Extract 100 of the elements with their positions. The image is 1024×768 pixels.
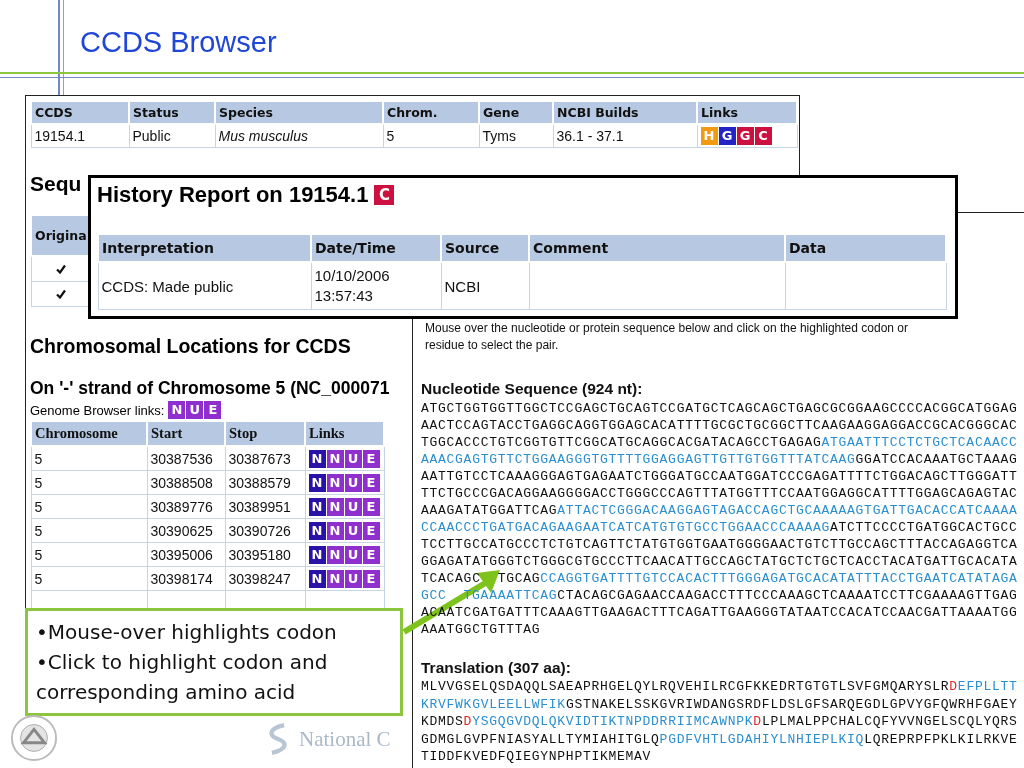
sequence-line[interactable]: ATGCTGGTGGTTGGCTCCGAGCTGCAGTCCGATGCTCAGCAGCTGAGCGCGGAAGCCCCACGGCATGGAG (421, 400, 1018, 417)
link-button[interactable]: U (344, 545, 362, 564)
date-time: 10/10/2006 13:57:43 (314, 266, 390, 306)
table-cell: 5 (31, 494, 147, 519)
section-heading: Sequ (30, 172, 82, 197)
link-button[interactable]: N (308, 473, 326, 492)
report-title: History Report on 19154.1 (97, 182, 369, 208)
column-header: Date/Time (311, 234, 441, 262)
table-cell: 30398247 (225, 566, 305, 591)
sequence-line[interactable]: MLVVGSELQSDAQQLSAEAPRHGELQYLRQVEHILRCGFKKEDRTGTGTLSVFGMQARYSLRDEFPLLTT (421, 678, 1018, 696)
sequence-line[interactable]: GDMGLGVPFNIASYALLTYMIAHITGLQPGDFVHTLGDAHIYLNHIEPLKIQLQREPRPFPKLKILRKVE (421, 730, 1018, 748)
column-header: Chrom. (383, 101, 479, 124)
link-button[interactable]: E (362, 521, 380, 540)
link-button[interactable]: E (204, 401, 222, 420)
link-button[interactable]: N (168, 401, 186, 420)
table-cell: Public (129, 124, 215, 148)
link-button[interactable]: N (326, 473, 344, 492)
table-cell: 5 (31, 518, 147, 543)
link-button[interactable]: N (326, 569, 344, 588)
table-cell: 36.1 - 37.1 (553, 124, 697, 148)
table-cell: 5 (31, 542, 147, 567)
column-header: Links (305, 421, 384, 447)
table-cell: 30395006 (147, 542, 225, 567)
column-header: Chromosome (31, 421, 147, 447)
link-button[interactable]: E (362, 545, 380, 564)
sequence-line[interactable]: AAATGGCTGTTTAG (421, 621, 541, 638)
link-button[interactable]: E (362, 449, 380, 468)
table-cell: 30388508 (147, 470, 225, 495)
sequence-line[interactable]: GGAGATATGGGTCTGGGCGTGCCCTTCAACATTGCCAGCTATGCTCTGCTCACCTACATGATTGCACATA (421, 553, 1018, 570)
sequence-line[interactable]: TCACAGC TGCAGCCAGGTGATTTTGTCCACACTTTGGGAGATGCACATATTTACCTGAATCATATAGA (421, 570, 1018, 587)
table-cell: 30389776 (147, 494, 225, 519)
table-cell: 5 (31, 470, 147, 495)
table-cell: 30387673 (225, 446, 305, 471)
seal-icon (10, 714, 58, 762)
column-header: Species (215, 101, 383, 124)
link-button[interactable]: N (308, 449, 326, 468)
link-button[interactable]: E (362, 569, 380, 588)
link-button[interactable]: U (344, 449, 362, 468)
column-header: Start (147, 421, 225, 447)
link-button[interactable]: N (308, 497, 326, 516)
sequence-line[interactable]: AAACGAGTGTTCTGGAAGGGTGTTTTGGAGGAGTTGTTGTGGTTTATCAAGGGATCCACAAATGCTAAAG (421, 451, 1018, 468)
column-header: Links (697, 101, 797, 124)
column-header: NCBI Builds (553, 101, 697, 124)
column-header: CCDS (31, 101, 129, 124)
link-button[interactable]: C (754, 127, 772, 146)
link-button[interactable]: N (326, 449, 344, 468)
sequence-line[interactable]: KRVFWKGVLEELLWFIKGSTNAKELSSKGVRIWDANGSRDFLDSLGFSARQEGDLGPVYGFQWRHFGAEY (421, 695, 1018, 713)
sequence-line[interactable]: TCCTTGCCATGCCCTCTGTCAGTTCTATGTGGTGAATGGGGAACTGTCTTGCCAGCTTTACCAGAGGTCA (421, 536, 1018, 553)
callout-text: •Click to highlight codon and corresponding amino acid (36, 649, 329, 706)
column-header: Gene (479, 101, 553, 124)
table-cell: Tyms (479, 124, 553, 148)
instructions-text: Mouse over the nucleotide or protein sequence below and click on the highlighted codon or residue to select the pair. (425, 320, 909, 354)
link-button[interactable]: G (718, 127, 736, 146)
table-cell: 30390726 (225, 518, 305, 543)
column-header: Status (129, 101, 215, 124)
sequence-line[interactable]: KDMDSDYSGQGVDQLQKVIDTIKTNPDDRRIIMCAWNPKDLPLMALPPCHALCQFYVVNGELSCQLYQRS (421, 713, 1018, 731)
link-button[interactable]: E (362, 473, 380, 492)
link-button[interactable]: E (362, 497, 380, 516)
table-cell: Mus musculus (215, 124, 383, 148)
table-cell: 5 (31, 446, 147, 471)
section-heading: Chromosomal Locations for CCDS (30, 335, 351, 359)
table-cell: CCDS: Made public (98, 262, 311, 310)
link-button[interactable]: G (736, 127, 754, 146)
link-button[interactable]: U (344, 473, 362, 492)
column-header: Interpretation (98, 234, 311, 262)
sequence-line[interactable]: TIDDFKVEDFQIEGYNPHPTIKMEMAV (421, 748, 652, 766)
link-button[interactable]: N (308, 521, 326, 540)
table-cell: 30390625 (147, 518, 225, 543)
section-subheading: On '-' strand of Chromosome 5 (NC_000071 (30, 378, 390, 400)
sequence-line[interactable]: TGGCACCCTGTCGGTGTTCGGCATGCAGGCACGATACAGCCTGAGAGATGAATTTCCTCTGCTCACAACC (421, 434, 1018, 451)
table-cell: 5 (383, 124, 479, 148)
sequence-line[interactable]: TTCTGCCCGACAGGAAGGGGACCTGGGCCCAGTTTATGGTTTCCAATGGAGGCATTTTGGAGCAGAGTAC (421, 485, 1018, 502)
sequence-line[interactable]: AACTCCAGTACCTGAGGCAGGTGGAGCACATTTTGCGCTGCGGCTTCAAGAAGGAGGACCGCACGGGCAC (421, 417, 1018, 434)
link-button[interactable]: U (344, 521, 362, 540)
table-cell: 5 (31, 566, 147, 591)
table-cell: 30398174 (147, 566, 225, 591)
section-heading: Nucleotide Sequence (924 nt): (421, 380, 643, 398)
column-header: Source (441, 234, 529, 262)
table-cell: NCBI (441, 262, 529, 310)
link-button[interactable]: N (308, 569, 326, 588)
link-button[interactable]: N (308, 545, 326, 564)
links-label: Genome Browser links: (30, 402, 165, 418)
callout-text: •Mouse-over highlights codon (36, 619, 338, 646)
link-button[interactable]: N (326, 521, 344, 540)
link-button[interactable]: C (374, 185, 395, 205)
sequence-line[interactable]: AAAGATATGGATTCAGATTACTCGGGACAAGGAGTAGACCAGCTGCAAAAAGTGATTGACACCATCAAAA (421, 502, 1018, 519)
column-header: Origina (31, 215, 91, 257)
sequence-line[interactable]: AATTGTCCTCAAAGGGAGTGAGAATCTGGGATGCCAATGGATCCCGAGATTTTCTGGACAGCTTGGGATT (421, 468, 1018, 485)
table-cell: 30395180 (225, 542, 305, 567)
link-button[interactable]: N (326, 545, 344, 564)
logo-text: National C (299, 726, 391, 752)
link-button[interactable]: U (344, 497, 362, 516)
column-header: Data (785, 234, 946, 262)
table-cell: 30389951 (225, 494, 305, 519)
link-button[interactable]: U (186, 401, 204, 420)
table-cell: 19154.1 (31, 124, 129, 148)
column-header: Comment (529, 234, 785, 262)
link-button[interactable]: N (326, 497, 344, 516)
sequence-line[interactable]: CCAACCCTGATGACAGAAGAATCATCATGTGTGCCTGGAACCCAAAAGATCTTCCCCTGATGGCACTGCC (421, 519, 1018, 536)
link-button[interactable]: U (344, 569, 362, 588)
